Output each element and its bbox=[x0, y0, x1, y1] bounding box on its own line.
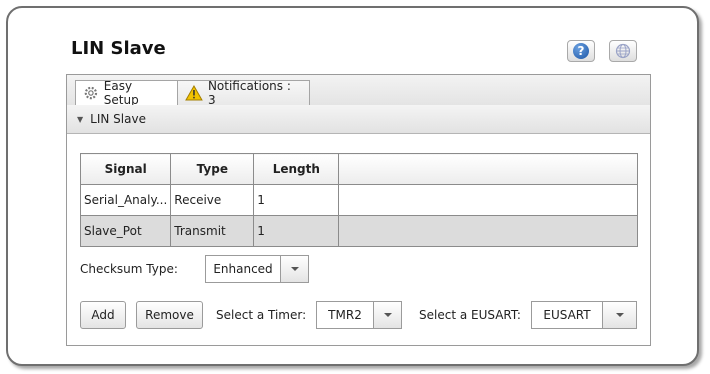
cell-empty bbox=[338, 215, 638, 247]
timer-select[interactable]: TMR2 bbox=[316, 301, 402, 329]
signals-table: Signal Type Length Serial_Analy... Recei… bbox=[79, 153, 638, 247]
cell-empty bbox=[338, 184, 638, 216]
column-header-empty bbox=[338, 153, 638, 185]
checksum-type-select[interactable]: Enhanced bbox=[205, 255, 309, 283]
column-header-signal[interactable]: Signal bbox=[79, 153, 172, 185]
tab-bar: Easy Setup Notifications : 3 bbox=[67, 75, 650, 107]
cell-length[interactable]: 1 bbox=[253, 215, 340, 247]
tab-notifications-label: Notifications : 3 bbox=[207, 79, 291, 107]
checksum-type-value: Enhanced bbox=[205, 255, 281, 283]
tab-notifications[interactable]: Notifications : 3 bbox=[177, 79, 310, 107]
globe-icon bbox=[615, 43, 631, 59]
checksum-label: Checksum Type: bbox=[80, 262, 178, 276]
column-header-length[interactable]: Length bbox=[253, 153, 340, 185]
eusart-dropdown-button[interactable] bbox=[603, 301, 637, 329]
cell-type[interactable]: Transmit bbox=[170, 215, 255, 247]
tab-easy-setup-label: Easy Setup bbox=[103, 79, 139, 107]
chevron-down-icon bbox=[383, 313, 392, 317]
chevron-down-icon bbox=[290, 267, 299, 271]
cell-length[interactable]: 1 bbox=[253, 184, 340, 216]
timer-value: TMR2 bbox=[316, 301, 374, 329]
checksum-dropdown-button[interactable] bbox=[281, 255, 309, 283]
gear-icon bbox=[84, 86, 98, 100]
table-row[interactable]: Slave_Pot Transmit 1 bbox=[79, 215, 638, 247]
eusart-label: Select a EUSART: bbox=[419, 308, 521, 322]
collapse-triangle-icon: ▼ bbox=[77, 114, 84, 124]
cell-signal[interactable]: Serial_Analy... bbox=[79, 184, 172, 216]
help-icon: ? bbox=[573, 43, 589, 59]
checksum-row: Checksum Type: Enhanced bbox=[80, 255, 309, 283]
cell-type[interactable]: Receive bbox=[170, 184, 255, 216]
eusart-value: EUSART bbox=[531, 301, 603, 329]
configuration-panel: Easy Setup Notifications : 3 ▼ LIN Slave… bbox=[66, 74, 651, 346]
timer-dropdown-button[interactable] bbox=[374, 301, 402, 329]
warning-icon bbox=[185, 85, 203, 101]
cell-signal[interactable]: Slave_Pot bbox=[79, 215, 172, 247]
eusart-select[interactable]: EUSART bbox=[531, 301, 637, 329]
tab-easy-setup[interactable]: Easy Setup bbox=[75, 79, 178, 107]
help-button[interactable]: ? bbox=[567, 40, 595, 62]
column-header-type[interactable]: Type bbox=[170, 153, 255, 185]
action-row: Add Remove Select a Timer: TMR2 Select a… bbox=[80, 301, 637, 329]
globe-button[interactable] bbox=[609, 40, 637, 62]
lin-slave-section-header[interactable]: ▼ LIN Slave bbox=[67, 105, 650, 134]
add-button[interactable]: Add bbox=[80, 301, 126, 329]
table-row[interactable]: Serial_Analy... Receive 1 bbox=[79, 184, 638, 216]
timer-label: Select a Timer: bbox=[216, 308, 307, 322]
remove-button[interactable]: Remove bbox=[136, 301, 203, 329]
chevron-down-icon bbox=[615, 313, 624, 317]
section-label: LIN Slave bbox=[90, 112, 146, 126]
page-title: LIN Slave bbox=[71, 38, 166, 59]
